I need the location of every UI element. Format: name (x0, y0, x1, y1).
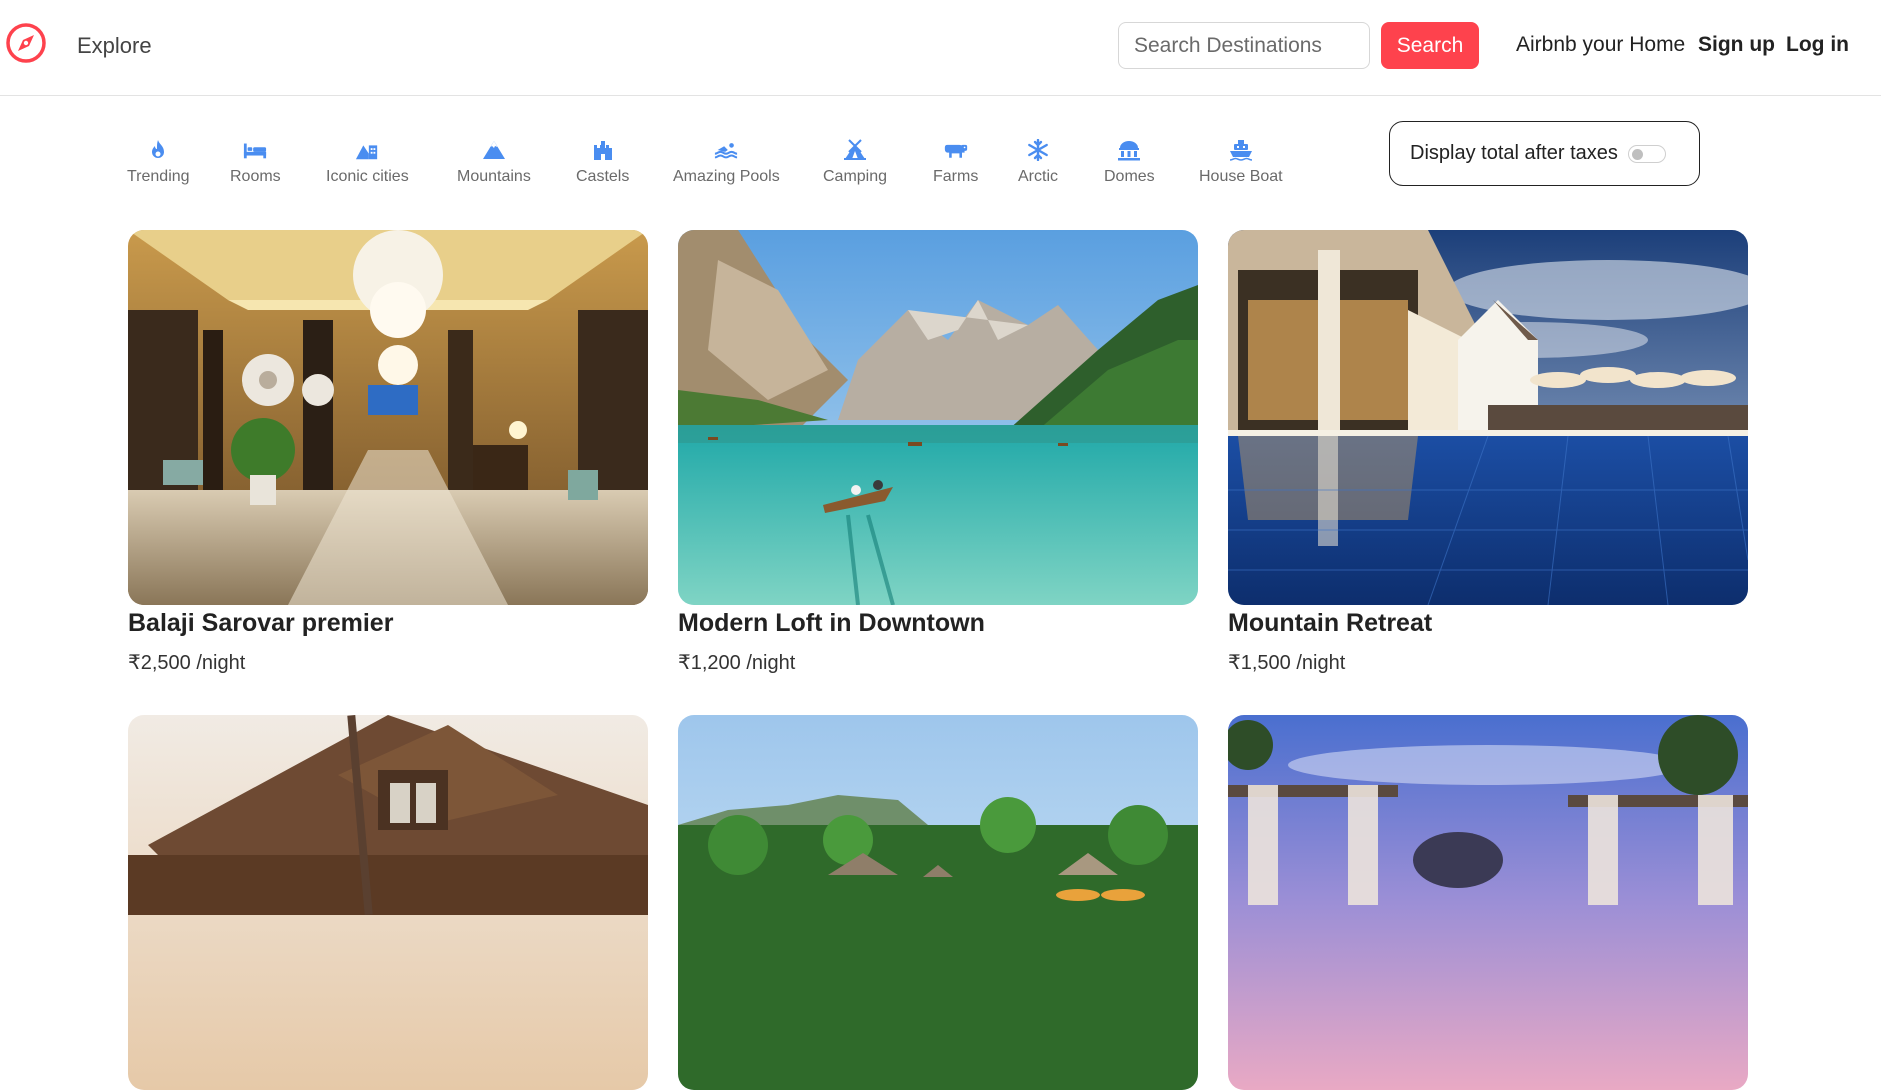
sunset-cabana-image[interactable] (1228, 715, 1748, 1090)
listing-card[interactable] (128, 715, 648, 1090)
person-swimming-icon (714, 138, 738, 162)
listing-price: ₹1,500 /night (1228, 652, 1346, 674)
tax-toggle-box[interactable]: Display total after taxes (1389, 121, 1700, 186)
listing-title[interactable]: Modern Loft in Downtown (678, 609, 1198, 638)
listing-card[interactable]: Modern Loft in Downtown ₹1,200 /night (678, 230, 1198, 675)
listing-card[interactable]: Balaji Sarovar premier ₹2,500 /night (128, 230, 648, 675)
filter-label: Arctic (1018, 168, 1058, 185)
filter-label: Trending (127, 168, 190, 185)
filter-label: Farms (933, 168, 979, 185)
listing-price: ₹1,200 /night (678, 652, 796, 674)
tax-toggle-label: Display total after taxes (1410, 142, 1618, 164)
tax-toggle-switch[interactable] (1627, 144, 1666, 163)
toggle-knob (1631, 148, 1643, 160)
fire-icon (146, 138, 170, 162)
filter-label: House Boat (1199, 168, 1283, 185)
tropical-resort-image[interactable] (678, 715, 1198, 1090)
filter-label: Castels (576, 168, 630, 185)
search-input[interactable] (1118, 22, 1370, 69)
login-link[interactable]: Log in (1786, 33, 1849, 57)
filter-castels[interactable]: Castels (576, 138, 629, 186)
listing-card[interactable] (678, 715, 1198, 1090)
dome-building-icon (1117, 138, 1141, 162)
cow-icon (944, 138, 968, 162)
listing-card[interactable] (1228, 715, 1748, 1090)
mountain-lake-image[interactable] (678, 230, 1198, 605)
explore-link[interactable]: Explore (77, 33, 152, 59)
filter-mountains[interactable]: Mountains (457, 138, 531, 186)
filter-label: Rooms (230, 168, 281, 185)
filter-trending[interactable]: Trending (127, 138, 190, 186)
mountain-city-icon (355, 138, 379, 162)
navbar: Explore Search Airbnb your Home Sign up … (0, 0, 1881, 96)
filter-farms[interactable]: Farms (933, 138, 978, 186)
compass-icon[interactable] (5, 22, 47, 64)
bed-icon (243, 138, 267, 162)
wooden-lodge-image[interactable] (128, 715, 648, 1090)
filter-label: Amazing Pools (673, 168, 780, 185)
filter-camping[interactable]: Camping (823, 138, 887, 186)
filter-domes[interactable]: Domes (1104, 138, 1155, 186)
filter-rooms[interactable]: Rooms (230, 138, 281, 186)
listing-title[interactable]: Balaji Sarovar premier (128, 609, 648, 638)
listing-price: ₹2,500 /night (128, 652, 246, 674)
listing-title[interactable]: Mountain Retreat (1228, 609, 1748, 638)
mountain-icon (482, 138, 506, 162)
filter-house-boat[interactable]: House Boat (1199, 138, 1283, 186)
filter-label: Mountains (457, 168, 531, 185)
campground-icon (843, 138, 867, 162)
filter-arctic[interactable]: Arctic (1018, 138, 1058, 186)
resort-pool-image[interactable] (1228, 230, 1748, 605)
airbnb-your-home-link[interactable]: Airbnb your Home (1516, 33, 1685, 57)
ship-icon (1229, 138, 1253, 162)
snowflake-icon (1026, 138, 1050, 162)
filter-label: Domes (1104, 168, 1155, 185)
filter-amazing-pools[interactable]: Amazing Pools (673, 138, 780, 186)
listing-card[interactable]: Mountain Retreat ₹1,500 /night (1228, 230, 1748, 675)
signup-link[interactable]: Sign up (1698, 33, 1775, 57)
filter-label: Camping (823, 168, 888, 185)
filter-iconic-cities[interactable]: Iconic cities (326, 138, 409, 186)
castle-icon (591, 138, 615, 162)
hotel-lobby-image[interactable] (128, 230, 648, 605)
filter-label: Iconic cities (326, 168, 409, 185)
search-button[interactable]: Search (1381, 22, 1479, 69)
